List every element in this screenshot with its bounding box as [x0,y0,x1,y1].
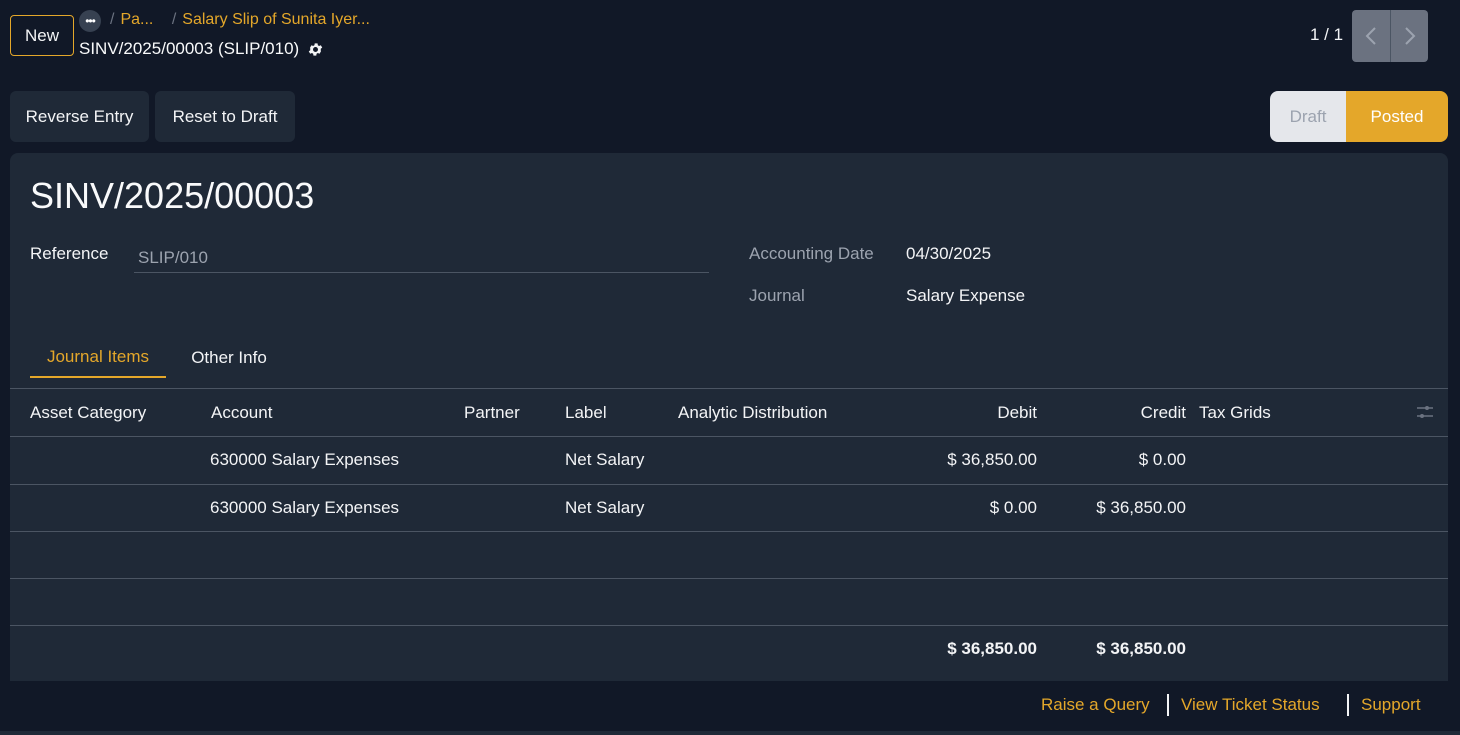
pager-value: 1 / 1 [1310,25,1344,44]
record-name-text: SINV/2025/00003 (SLIP/010) [79,39,300,58]
raise-query-link[interactable]: Raise a Query [1041,695,1150,715]
divider [10,484,1448,485]
pager-next-button[interactable] [1390,10,1428,62]
column-header-debit[interactable]: Debit [937,403,1037,423]
divider [10,436,1448,437]
column-header-account[interactable]: Account [211,403,272,423]
total-credit: $ 36,850.00 [1096,639,1186,658]
cell-credit: $ 0.00 [1138,450,1186,469]
breadcrumb-payslips-link[interactable]: Pa... [120,11,153,28]
column-header-credit[interactable]: Credit [1086,403,1186,423]
divider [10,625,1448,626]
reference-input[interactable] [134,243,709,273]
tab-other-info[interactable]: Other Info [176,338,282,378]
status-draft[interactable]: Draft [1270,91,1346,142]
divider [10,578,1448,579]
reference-label: Reference [30,244,109,263]
cell-debit: $ 0.00 [989,498,1037,517]
optional-columns-toggle-icon[interactable] [1415,403,1435,421]
breadcrumb: / Pa... / Salary Slip of Sunita Iyer... [106,11,370,29]
chevron-right-icon [1404,27,1415,45]
page-title: SINV/2025/00003 [30,175,315,216]
breadcrumb-separator: / [171,11,177,28]
chevron-left-icon [1365,27,1376,45]
accounting-date-label: Accounting Date [749,244,874,263]
footer-separator [1347,694,1349,716]
status-posted[interactable]: Posted [1346,91,1448,142]
breadcrumb-more-button[interactable]: ••• [79,10,101,32]
tab-journal-items[interactable]: Journal Items [30,338,166,378]
control-panel: New ••• / Pa... / Salary Slip of Sunita Iy… [0,0,1460,80]
cell-credit: $ 36,850.00 [1096,498,1186,517]
accounting-date-value: 04/30/2025 [906,244,992,263]
divider [10,388,1448,389]
reverse-entry-button[interactable]: Reverse Entry [10,91,149,142]
total-debit: $ 36,850.00 [947,639,1037,658]
form-sheet: SINV/2025/00003 Reference Accounting Dat… [10,153,1448,681]
new-button[interactable]: New [10,15,74,56]
cell-debit: $ 36,850.00 [947,450,1037,469]
cell-label: Net Salary [565,498,645,517]
column-header-tax-grids[interactable]: Tax Grids [1199,403,1271,423]
bottom-strip [0,731,1460,735]
column-header-label[interactable]: Label [565,403,607,423]
divider [10,531,1448,532]
column-header-asset-category[interactable]: Asset Category [30,403,146,423]
record-name: SINV/2025/00003 (SLIP/010) [79,39,324,59]
cell-label: Net Salary [565,450,645,469]
pager-previous-button[interactable] [1352,10,1390,62]
journal-value: Salary Expense [906,286,1026,305]
column-header-partner[interactable]: Partner [464,403,520,423]
support-link[interactable]: Support [1361,695,1421,715]
cell-account: 630000 Salary Expenses [210,450,400,469]
breadcrumb-salary-slip-link[interactable]: Salary Slip of Sunita Iyer... [182,11,370,28]
footer-separator [1167,694,1169,716]
reset-to-draft-button[interactable]: Reset to Draft [155,91,295,142]
cell-account: 630000 Salary Expenses [210,498,400,517]
column-header-analytic-distribution[interactable]: Analytic Distribution [678,403,827,423]
view-ticket-status-link[interactable]: View Ticket Status [1181,695,1320,715]
breadcrumb-separator: / [110,11,115,28]
journal-label: Journal [749,286,805,305]
status-bar: Draft Posted [1270,91,1448,142]
gear-icon[interactable] [307,41,324,58]
